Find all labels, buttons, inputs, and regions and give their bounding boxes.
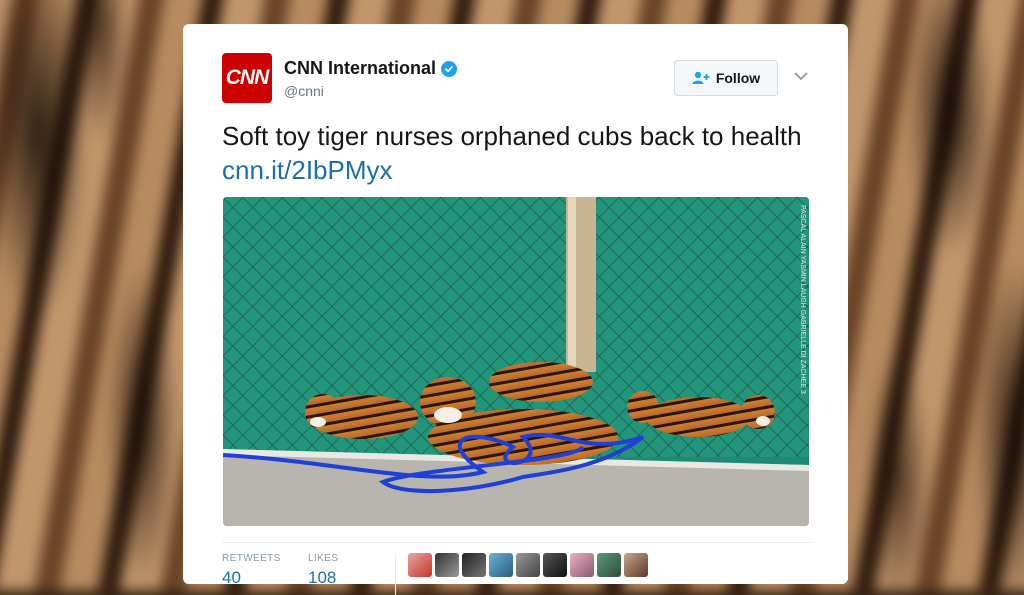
tweet-body: Soft toy tiger nurses orphaned cubs back… xyxy=(222,121,802,151)
tweet-stats: RETWEETS 40 LIKES 108 xyxy=(222,542,812,595)
like-stat[interactable]: LIKES 108 xyxy=(308,553,338,588)
liker-avatar[interactable] xyxy=(543,553,567,577)
follow-label: Follow xyxy=(715,70,761,86)
retweets-label: RETWEETS xyxy=(222,553,281,564)
verified-badge-icon xyxy=(441,60,458,77)
liker-avatar[interactable] xyxy=(435,553,459,577)
likes-label: LIKES xyxy=(308,553,339,564)
tweet-link[interactable]: cnn.it/2IbPMyx xyxy=(222,155,393,185)
follow-button[interactable]: Follow xyxy=(674,60,778,96)
stats-divider xyxy=(395,555,396,595)
account-handle[interactable]: @cnni xyxy=(284,83,324,99)
likes-count: 108 xyxy=(308,568,337,587)
tweet-card: CNN CNN International @cnni Follow Soft … xyxy=(183,24,848,595)
account-avatar[interactable]: CNN xyxy=(222,53,272,103)
image-credit: PASCAL ALAIN YASMIN LAUGH GABRIELLE DI Z… xyxy=(799,205,806,394)
liker-avatar[interactable] xyxy=(408,553,432,577)
liker-avatar[interactable] xyxy=(597,553,621,577)
account-name[interactable]: CNN International xyxy=(284,58,436,79)
liker-avatar[interactable] xyxy=(489,553,513,577)
avatar-logo-text: CNN xyxy=(225,66,269,89)
retweet-stat[interactable]: RETWEETS 40 xyxy=(222,553,281,588)
tiger-cubs-photo: PASCAL ALAIN YASMIN LAUGH GABRIELLE DI Z… xyxy=(223,197,809,526)
tweet-text: Soft toy tiger nurses orphaned cubs back… xyxy=(222,119,812,187)
chevron-down-icon[interactable] xyxy=(793,70,809,82)
add-user-icon xyxy=(692,71,710,84)
account-name-row[interactable]: CNN International xyxy=(284,58,458,79)
liker-avatar[interactable] xyxy=(624,553,648,577)
liker-avatar[interactable] xyxy=(516,553,540,577)
liker-avatar[interactable] xyxy=(570,553,594,577)
liker-avatars xyxy=(408,553,648,577)
retweets-count: 40 xyxy=(222,568,241,587)
tweet-photo[interactable]: PASCAL ALAIN YASMIN LAUGH GABRIELLE DI Z… xyxy=(223,197,809,526)
liker-avatar[interactable] xyxy=(462,553,486,577)
